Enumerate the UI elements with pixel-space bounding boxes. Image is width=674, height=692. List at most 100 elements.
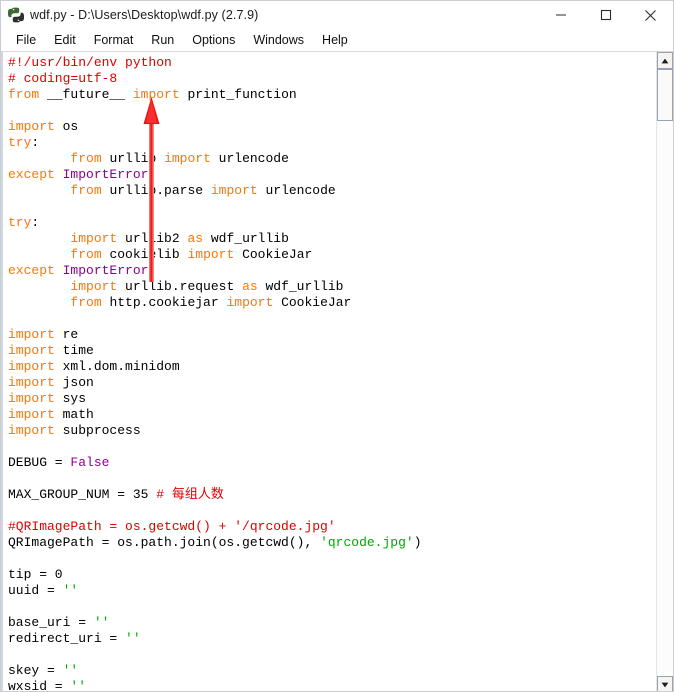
code-line: #!/usr/bin/env python [8, 55, 656, 71]
code-token: import [8, 119, 55, 134]
code-line: import urllib2 as wdf_urllib [8, 231, 656, 247]
code-line: base_uri = '' [8, 615, 656, 631]
code-token: CookieJar [273, 295, 352, 310]
menu-item-options[interactable]: Options [183, 31, 244, 50]
code-token: __future__ [39, 87, 133, 102]
code-token: : [31, 135, 40, 150]
code-token: DEBUG = [8, 455, 71, 470]
code-token: import [132, 87, 180, 102]
code-token: os [54, 119, 79, 134]
code-token: MAX_GROUP_NUM = 35 [8, 487, 157, 502]
python-idle-icon [7, 6, 25, 24]
code-line: tip = 0 [8, 567, 656, 583]
menu-item-file[interactable]: File [7, 31, 45, 50]
code-token: 'qrcode.jpg' [320, 535, 414, 550]
vertical-scrollbar[interactable] [656, 52, 673, 691]
code-token: # coding=utf-8 [8, 71, 118, 86]
code-token: as [187, 231, 204, 246]
code-token: xml.dom.minidom [54, 359, 180, 374]
code-token: math [54, 407, 94, 422]
code-token: urllib.parse [101, 183, 211, 198]
code-line: import math [8, 407, 656, 423]
code-line: from urllib.parse import urlencode [8, 183, 656, 199]
code-line: import os [8, 119, 656, 135]
code-line: MAX_GROUP_NUM = 35 # 每组人数 [8, 487, 656, 503]
menu-item-format[interactable]: Format [85, 31, 143, 50]
code-token: uuid = [8, 583, 63, 598]
code-line: skey = '' [8, 663, 656, 679]
scrollbar-thumb[interactable] [657, 69, 673, 121]
code-token: import [70, 231, 118, 246]
menu-item-help[interactable]: Help [313, 31, 357, 50]
code-token: print_function [179, 87, 297, 102]
code-line: import urllib.request as wdf_urllib [8, 279, 656, 295]
code-token: CookieJar [234, 247, 313, 262]
close-button[interactable] [628, 1, 673, 29]
code-line: from http.cookiejar import CookieJar [8, 295, 656, 311]
code-token: import [164, 151, 211, 166]
menu-item-edit[interactable]: Edit [45, 31, 85, 50]
scroll-down-arrow-button[interactable] [657, 676, 673, 691]
code-line: QRImagePath = os.path.join(os.getcwd(), … [8, 535, 656, 551]
code-token: : [148, 167, 157, 182]
menu-item-windows[interactable]: Windows [244, 31, 313, 50]
code-line: from urllib import urlencode [8, 151, 656, 167]
code-token: urllib2 [117, 231, 188, 246]
code-token: http.cookiejar [101, 295, 227, 310]
code-token: urllib.request [117, 279, 243, 294]
code-token: '' [62, 583, 79, 598]
code-line: #QRImagePath = os.getcwd() + '/qrcode.jp… [8, 519, 656, 535]
maximize-button[interactable] [583, 1, 628, 29]
code-token: sys [54, 391, 87, 406]
code-token: '' [70, 679, 87, 692]
menu-item-run[interactable]: Run [142, 31, 183, 50]
scroll-up-arrow-button[interactable] [657, 52, 673, 69]
code-token: try [8, 215, 32, 230]
code-token: import [8, 327, 55, 342]
code-line: from __future__ import print_function [8, 87, 656, 103]
code-token: '' [62, 663, 79, 678]
code-token: json [54, 375, 94, 390]
maximize-icon [600, 9, 611, 21]
code-line: redirect_uri = '' [8, 631, 656, 647]
code-token: ImportError [62, 263, 149, 278]
code-token: import [187, 247, 235, 262]
scrollbar-track[interactable] [657, 69, 673, 676]
code-line: import re [8, 327, 656, 343]
code-token: from [70, 183, 102, 198]
code-line: except ImportError: [8, 263, 656, 279]
minimize-button[interactable] [538, 1, 583, 29]
code-text-area[interactable]: #!/usr/bin/env python # coding=utf-8 from … [1, 52, 656, 692]
code-token: tip = 0 [8, 567, 63, 582]
editor-area: #!/usr/bin/env python # coding=utf-8 from … [1, 52, 673, 692]
chevron-down-icon [661, 682, 669, 687]
window-title: wdf.py - D:\Users\Desktop\wdf.py (2.7.9) [30, 8, 259, 22]
code-token: urlencode [257, 183, 336, 198]
source-code[interactable]: #!/usr/bin/env python # coding=utf-8 from … [1, 55, 656, 692]
title-bar[interactable]: wdf.py - D:\Users\Desktop\wdf.py (2.7.9) [1, 1, 673, 29]
code-token: import [8, 375, 55, 390]
code-token: : [148, 263, 157, 278]
code-line: import time [8, 343, 656, 359]
code-line: DEBUG = False [8, 455, 656, 471]
code-token: urllib [101, 151, 165, 166]
left-margin-rule [1, 52, 3, 691]
code-token: import [8, 407, 55, 422]
code-token: wdf_urllib [257, 279, 344, 294]
code-token: #QRImagePath = os.getcwd() + '/qrcode.jp… [8, 519, 336, 534]
code-token: '' [93, 615, 110, 630]
code-token: '' [125, 631, 141, 646]
code-token: import [70, 279, 118, 294]
code-line: import xml.dom.minidom [8, 359, 656, 375]
code-line: except ImportError: [8, 167, 656, 183]
